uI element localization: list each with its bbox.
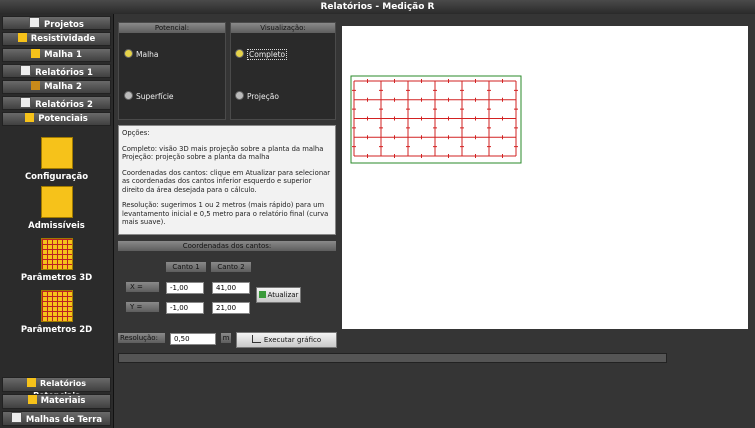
nav-relatorios-1[interactable]: Relatórios 1 xyxy=(2,64,111,78)
radio-dot xyxy=(235,49,244,58)
potencial-header: Potencial: xyxy=(119,23,225,33)
nav-malha-1[interactable]: Malha 1 xyxy=(2,48,111,62)
executar-grafico-button[interactable]: Executar gráfico xyxy=(236,332,337,348)
grid-2d-icon xyxy=(40,290,73,322)
radio-projecao[interactable]: Projeção xyxy=(235,91,279,101)
nav-label: Malha 2 xyxy=(44,82,82,92)
radio-label: Projeção xyxy=(247,92,279,101)
options-title: Opções: xyxy=(122,129,150,137)
big-label: Parâmetros 3D xyxy=(20,273,93,283)
radio-label: Superfície xyxy=(136,92,174,101)
nav-malha-2[interactable]: Malha 2 xyxy=(2,80,111,94)
nav-label: Relatórios 1 xyxy=(35,68,93,78)
window-title: Relatórios - Medição R xyxy=(0,0,755,15)
potencial-panel: Potencial: Malha Superfície xyxy=(118,22,226,120)
nav-malhas-de-terra[interactable]: Malhas de Terra xyxy=(2,411,111,426)
big-configuracao[interactable]: Configuração xyxy=(0,137,113,182)
resolucao-input[interactable]: 0,50 xyxy=(170,333,216,345)
mesh-border xyxy=(350,75,522,164)
materials-icon xyxy=(27,395,37,404)
nav-label: Potenciais xyxy=(38,114,88,124)
y-label: Y = xyxy=(126,302,159,312)
nav-projetos[interactable]: Projetos xyxy=(2,16,111,30)
nav-label: Relatórios 2 xyxy=(35,100,93,110)
report-icon xyxy=(27,378,36,387)
sidebar: Projetos Resistividade Malha 1 Relatório… xyxy=(0,14,114,428)
report-icon xyxy=(20,65,32,76)
options-help-text: Opções: Completo: visão 3D mais projeção… xyxy=(118,125,336,235)
radio-superficie[interactable]: Superfície xyxy=(124,91,174,101)
executar-label: Executar gráfico xyxy=(263,336,322,344)
nav-label: Malha 1 xyxy=(44,50,82,60)
atualizar-label: Atualizar xyxy=(267,291,299,299)
canto-1-label: Canto 1 xyxy=(166,262,206,272)
visualizacao-header: Visualização: xyxy=(231,23,335,33)
potential-icon xyxy=(25,113,35,122)
radio-dot xyxy=(124,49,133,58)
resolucao-unit: m xyxy=(221,333,231,343)
y2-input[interactable]: 21,00 xyxy=(212,302,250,314)
radio-label: Completo xyxy=(247,49,288,60)
big-parametros-2d[interactable]: Parâmetros 2D xyxy=(0,290,113,335)
preview-canvas xyxy=(342,26,748,329)
grid-3d-icon xyxy=(40,238,73,270)
radio-label: Malha xyxy=(136,50,159,59)
nav-relatorios-2[interactable]: Relatórios 2 xyxy=(2,96,111,110)
options-resolucao: Resolução: sugerimos 1 ou 2 metros (mais… xyxy=(122,201,329,226)
refresh-icon xyxy=(258,291,266,298)
nav-label: Malhas de Terra xyxy=(25,415,103,425)
radio-dot xyxy=(235,91,244,100)
nav-label: Projetos xyxy=(44,20,84,30)
radio-malha[interactable]: Malha xyxy=(124,49,159,59)
resolucao-label: Resolução: xyxy=(118,333,165,343)
nav-materiais[interactable]: Materiais xyxy=(2,394,111,409)
y1-input[interactable]: -1,00 xyxy=(166,302,204,314)
nav-resistividade[interactable]: Resistividade xyxy=(2,32,111,46)
big-label: Configuração xyxy=(24,172,89,182)
document-icon xyxy=(29,17,41,28)
chart-icon xyxy=(251,335,261,343)
options-completo: Completo: visão 3D mais projeção sobre a… xyxy=(122,144,324,153)
radio-dot xyxy=(124,91,133,100)
options-coordenadas: Coordenadas dos cantos: clique em Atuali… xyxy=(122,168,331,194)
options-projecao: Projeção: projeção sobre a planta da mal… xyxy=(122,153,270,161)
coords-header: Coordenadas dos cantos: xyxy=(118,241,336,251)
nav-label: Materiais xyxy=(40,396,86,406)
x-label: X = xyxy=(126,282,159,292)
mesh-icon xyxy=(31,49,41,58)
progress-bar xyxy=(118,353,667,363)
resistivity-icon xyxy=(17,33,27,42)
ground-mesh-icon xyxy=(10,412,22,423)
x2-input[interactable]: 41,00 xyxy=(212,282,250,294)
configuration-icon xyxy=(40,137,73,169)
nav-label: Resistividade xyxy=(30,34,96,44)
admissible-icon xyxy=(40,186,73,218)
nav-potenciais[interactable]: Potenciais xyxy=(2,112,111,126)
nav-relatorios-potenciais[interactable]: Relatórios Potenciais xyxy=(2,377,111,400)
big-label: Parâmetros 2D xyxy=(20,325,93,335)
visualizacao-panel: Visualização: Completo Projeção xyxy=(230,22,336,120)
canto-2-label: Canto 2 xyxy=(211,262,251,272)
big-admissiveis[interactable]: Admissíveis xyxy=(0,186,113,231)
big-parametros-3d[interactable]: Parâmetros 3D xyxy=(0,238,113,283)
report-icon xyxy=(20,97,32,108)
atualizar-button[interactable]: Atualizar xyxy=(256,287,301,303)
mesh-preview xyxy=(350,75,522,164)
big-label: Admissíveis xyxy=(28,221,85,231)
mesh-icon xyxy=(31,81,41,90)
x1-input[interactable]: -1,00 xyxy=(166,282,204,294)
radio-completo[interactable]: Completo xyxy=(235,49,288,60)
